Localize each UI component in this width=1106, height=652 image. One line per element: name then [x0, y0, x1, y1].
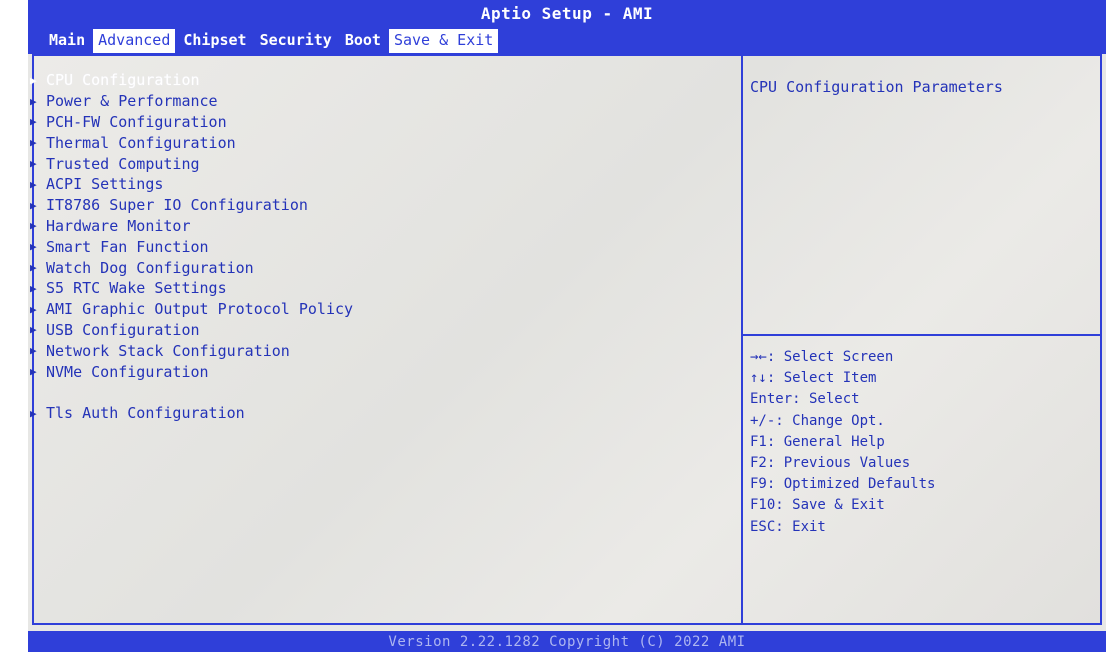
submenu-arrow-icon: ▶ [30, 157, 37, 171]
key-legend: →←: Select Screen ↑↓: Select Item Enter:… [750, 347, 935, 538]
menu-spacer [30, 382, 353, 403]
key-hint-save-exit: F10: Save & Exit [750, 497, 885, 514]
menu-item-label: CPU Configuration [46, 71, 200, 90]
menu-item-network-stack-configuration[interactable]: ▶ Network Stack Configuration [30, 340, 353, 361]
menu-item-label: Hardware Monitor [46, 216, 191, 235]
menu-item-label: ACPI Settings [46, 175, 164, 194]
menu-item-label: PCH-FW Configuration [46, 112, 227, 131]
menu-item-label: Network Stack Configuration [46, 341, 290, 360]
vertical-divider [741, 54, 743, 625]
submenu-arrow-icon: ▶ [30, 261, 37, 275]
advanced-menu: ▶ CPU Configuration ▶ Power & Performanc… [30, 70, 353, 424]
key-hint-change-opt: +/-: Change Opt. [750, 412, 885, 429]
key-hint-enter: Enter: Select [750, 391, 860, 408]
menu-item-label: IT8786 Super IO Configuration [46, 196, 308, 215]
menu-item-graphic-output-protocol-policy[interactable]: ▶ AMI Graphic Output Protocol Policy [30, 299, 353, 320]
submenu-arrow-icon: ▶ [30, 136, 37, 150]
menu-item-nvme-configuration[interactable]: ▶ NVMe Configuration [30, 361, 353, 382]
key-hint-previous-values: F2: Previous Values [750, 454, 911, 471]
footer-bar: Version 2.22.1282 Copyright (C) 2022 AMI [28, 631, 1106, 652]
menu-item-label: Trusted Computing [46, 154, 200, 173]
key-hint-escape: ESC: Exit [750, 518, 826, 535]
menu-item-smart-fan-function[interactable]: ▶ Smart Fan Function [30, 236, 353, 257]
menu-item-label: AMI Graphic Output Protocol Policy [46, 300, 354, 319]
menu-item-super-io-configuration[interactable]: ▶ IT8786 Super IO Configuration [30, 195, 353, 216]
submenu-arrow-icon: ▶ [30, 302, 37, 316]
submenu-arrow-icon: ▶ [30, 323, 37, 337]
tab-chipset[interactable]: Chipset [178, 29, 251, 53]
version-text: Version 2.22.1282 Copyright (C) 2022 AMI [388, 634, 746, 650]
key-hint-optimized-defaults: F9: Optimized Defaults [750, 476, 936, 493]
item-help-text: CPU Configuration Parameters [750, 78, 1003, 96]
submenu-arrow-icon: ▶ [30, 365, 37, 379]
submenu-arrow-icon: ▶ [30, 177, 37, 191]
menu-item-label: S5 RTC Wake Settings [46, 279, 227, 298]
tab-boot[interactable]: Boot [340, 29, 386, 53]
key-hint-general-help: F1: General Help [750, 433, 885, 450]
menu-item-hardware-monitor[interactable]: ▶ Hardware Monitor [30, 216, 353, 237]
key-hint-select-item: ↑↓: Select Item [750, 370, 877, 387]
submenu-arrow-icon: ▶ [30, 240, 37, 254]
menu-item-label: Power & Performance [46, 92, 218, 111]
submenu-arrow-icon: ▶ [30, 406, 37, 420]
tab-security[interactable]: Security [255, 29, 337, 53]
menu-item-label: USB Configuration [46, 320, 200, 339]
title-bar: Aptio Setup - AMI Main Advanced Chipset … [28, 0, 1106, 54]
menu-item-watch-dog-configuration[interactable]: ▶ Watch Dog Configuration [30, 257, 353, 278]
submenu-arrow-icon: ▶ [30, 219, 37, 233]
menu-item-tls-auth-configuration[interactable]: ▶ Tls Auth Configuration [30, 403, 353, 424]
menu-item-label: Smart Fan Function [46, 237, 209, 256]
help-divider [743, 334, 1100, 336]
menu-item-label: Watch Dog Configuration [46, 258, 254, 277]
menu-item-acpi-settings[interactable]: ▶ ACPI Settings [30, 174, 353, 195]
submenu-arrow-icon: ▶ [30, 281, 37, 295]
submenu-arrow-icon: ▶ [30, 198, 37, 212]
menu-item-thermal-configuration[interactable]: ▶ Thermal Configuration [30, 132, 353, 153]
submenu-arrow-icon: ▶ [30, 115, 37, 129]
menu-item-trusted-computing[interactable]: ▶ Trusted Computing [30, 153, 353, 174]
menu-item-label: Thermal Configuration [46, 133, 236, 152]
menu-item-cpu-configuration[interactable]: ▶ CPU Configuration [30, 70, 353, 91]
submenu-arrow-icon: ▶ [30, 344, 37, 358]
key-hint-select-screen: →←: Select Screen [750, 349, 894, 365]
menu-item-s5-rtc-wake-settings[interactable]: ▶ S5 RTC Wake Settings [30, 278, 353, 299]
window-title: Aptio Setup - AMI [480, 4, 654, 23]
menu-item-label: Tls Auth Configuration [46, 404, 245, 423]
tab-bar: Main Advanced Chipset Security Boot Save… [44, 29, 501, 53]
bios-screen: Aptio Setup - AMI Main Advanced Chipset … [0, 0, 1106, 652]
tab-main[interactable]: Main [44, 29, 90, 53]
menu-item-usb-configuration[interactable]: ▶ USB Configuration [30, 320, 353, 341]
submenu-arrow-icon: ▶ [30, 73, 37, 87]
left-margin [0, 0, 28, 652]
submenu-arrow-icon: ▶ [30, 94, 37, 108]
menu-item-power-performance[interactable]: ▶ Power & Performance [30, 91, 353, 112]
menu-item-pch-fw-configuration[interactable]: ▶ PCH-FW Configuration [30, 112, 353, 133]
tab-advanced[interactable]: Advanced [93, 29, 176, 53]
menu-item-label: NVMe Configuration [46, 362, 209, 381]
tab-save-exit[interactable]: Save & Exit [388, 29, 499, 53]
